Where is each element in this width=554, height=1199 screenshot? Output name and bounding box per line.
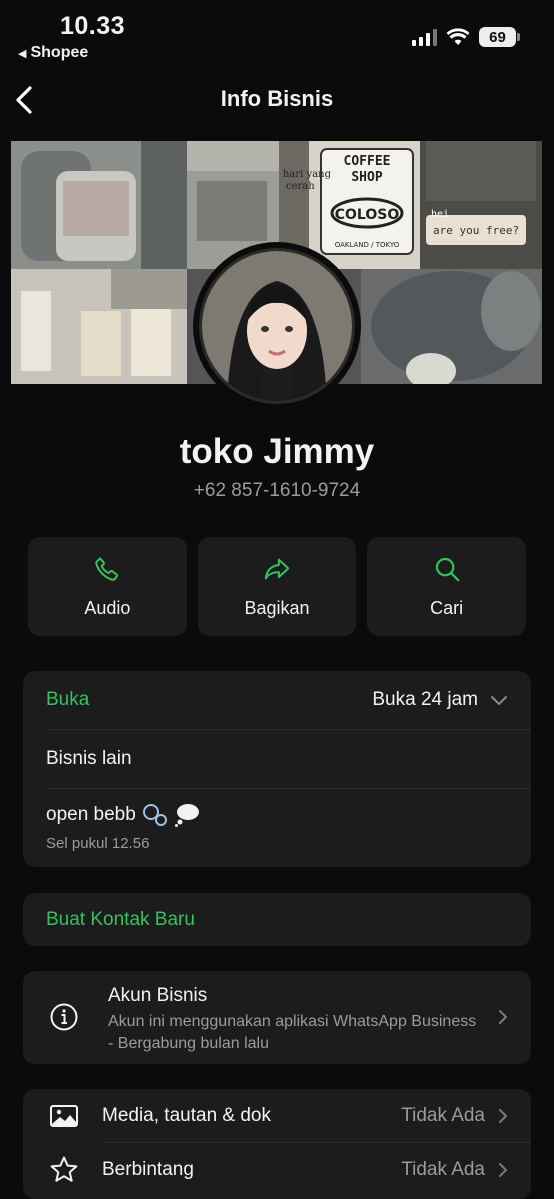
media-value: Tidak Ada — [401, 1104, 485, 1126]
back-app-label: Shopee — [30, 44, 89, 61]
share-label: Bagikan — [244, 598, 310, 618]
svg-text:SHOP: SHOP — [351, 170, 382, 185]
starred-label: Berbintang — [102, 1158, 194, 1180]
status-bar: 10.33 ◀ Shopee 69 — [0, 0, 554, 70]
back-to-app-link[interactable]: ◀ Shopee — [18, 44, 88, 62]
about-status-time: Sel pukul 12.56 — [46, 835, 150, 852]
battery-level: 69 — [489, 28, 506, 46]
share-icon — [264, 558, 290, 580]
starred-messages-row[interactable]: Berbintang Tidak Ada — [23, 1143, 531, 1196]
audio-label: Audio — [84, 598, 131, 618]
business-info-card: Buka Buka 24 jam Bisnis lain open bebb S… — [23, 671, 531, 867]
search-button[interactable]: Cari — [367, 537, 527, 636]
photo-icon — [50, 1104, 78, 1127]
media-links-docs-row[interactable]: Media, tautan & dok Tidak Ada — [23, 1089, 531, 1142]
nav-header: Info Bisnis — [0, 78, 554, 122]
chevron-right-icon — [499, 1108, 507, 1123]
status-icons: 69 — [412, 27, 520, 47]
star-icon — [50, 1156, 78, 1182]
audio-call-button[interactable]: Audio — [28, 537, 187, 636]
bubbles-emoji-icon — [142, 804, 167, 826]
svg-text:hari yang: hari yang — [283, 169, 332, 180]
cellular-signal-icon — [412, 28, 437, 46]
hours-status-label: Buka — [46, 689, 90, 710]
create-contact-button[interactable]: Buat Kontak Baru — [23, 893, 531, 946]
svg-text:OAKLAND / TOKYO: OAKLAND / TOKYO — [335, 241, 400, 249]
other-business-label: Bisnis lain — [46, 748, 132, 769]
profile-avatar[interactable] — [193, 242, 361, 410]
about-status-row[interactable]: open bebb Sel pukul 12.56 — [23, 789, 531, 852]
media-card: Media, tautan & dok Tidak Ada Berbintang… — [23, 1089, 531, 1199]
action-buttons: Audio Bagikan Cari — [28, 537, 527, 636]
phone-icon — [95, 557, 119, 581]
share-button[interactable]: Bagikan — [197, 537, 357, 636]
about-status-text: open bebb — [46, 804, 136, 825]
battery-icon: 69 — [479, 27, 520, 47]
svg-text:COFFEE: COFFEE — [344, 154, 391, 169]
business-name: toko Jimmy — [179, 432, 375, 471]
avatar-photo-image — [202, 251, 352, 401]
business-account-description: Akun ini menggunakan aplikasi WhatsApp B… — [108, 1013, 477, 1052]
media-label: Media, tautan & dok — [102, 1104, 271, 1126]
create-contact-label: Buat Kontak Baru — [46, 908, 195, 930]
search-icon — [435, 557, 460, 582]
business-account-title: Akun Bisnis — [108, 985, 208, 1006]
svg-text:COLOSO: COLOSO — [335, 207, 400, 223]
other-business-row[interactable]: Bisnis lain — [23, 730, 531, 788]
chevron-right-icon — [499, 1162, 507, 1177]
back-triangle-icon: ◀ — [18, 47, 27, 60]
svg-text:cerah: cerah — [286, 181, 315, 192]
new-contact-card: Buat Kontak Baru — [23, 893, 531, 946]
wifi-icon — [446, 28, 470, 45]
business-phone: +62 857-1610-9724 — [193, 480, 361, 501]
business-hours-row[interactable]: Buka Buka 24 jam — [23, 671, 531, 729]
svg-text:hei .: hei . — [431, 209, 461, 220]
search-label: Cari — [430, 598, 464, 618]
chevron-down-icon — [491, 696, 507, 705]
business-account-card[interactable]: Akun Bisnis Akun ini menggunakan aplikas… — [23, 971, 531, 1064]
svg-text:are you free?: are you free? — [433, 224, 519, 237]
info-icon — [50, 1003, 78, 1031]
starred-value: Tidak Ada — [401, 1158, 485, 1180]
hours-value: Buka 24 jam — [372, 689, 478, 710]
clock: 10.33 — [60, 12, 126, 40]
page-title: Info Bisnis — [220, 86, 334, 111]
chevron-right-icon — [499, 1010, 507, 1024]
thought-balloon-emoji-icon — [174, 804, 199, 827]
